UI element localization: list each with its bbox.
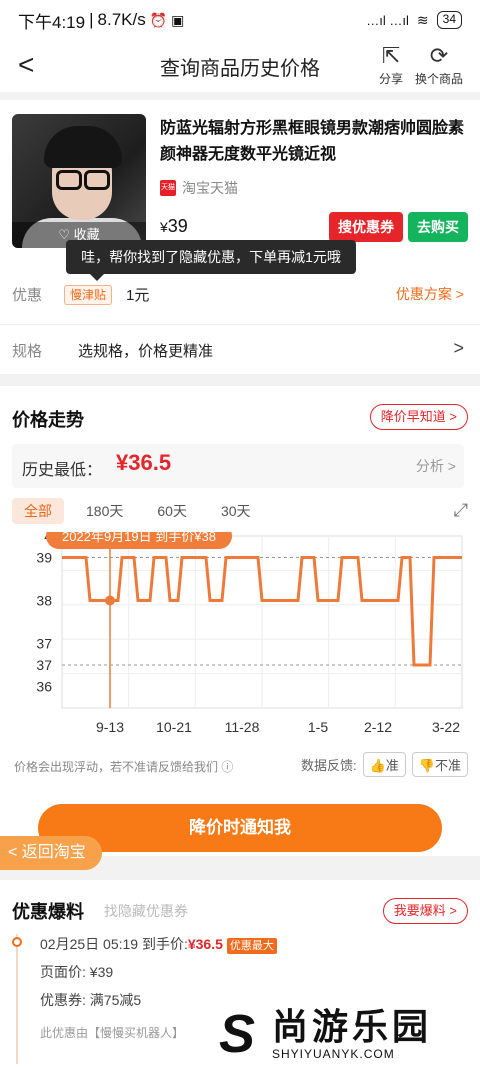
watermark-en: SHYIYUANYK.COM: [272, 1047, 395, 1061]
deal-price-label: 到手价:: [141, 936, 188, 952]
y-tick-label: 37: [36, 636, 52, 652]
alarm-icon: ⏰: [149, 11, 168, 28]
site-watermark: S 尚游乐园 SHYIYUANYK.COM: [202, 1001, 480, 1067]
deal-page-price: 页面价: ¥39: [40, 964, 114, 980]
timeline-dot: [12, 937, 22, 947]
discount-value: 1元: [126, 287, 150, 304]
tab-all[interactable]: 全部: [12, 498, 64, 524]
spec-label: 规格: [12, 343, 43, 360]
x-tick-label: 3-22: [432, 719, 460, 735]
y-tick-label: 37: [36, 657, 52, 673]
deals-title: 优惠爆料: [12, 902, 84, 922]
tab-60[interactable]: 60天: [145, 498, 199, 524]
image-glasses-left: [56, 170, 82, 190]
back-to-taobao-button[interactable]: < 返回淘宝: [0, 836, 102, 870]
product-card: ♡ 收藏 防蓝光辐射方形黑框眼镜男款潮痞帅圆脸素颜神器无度数平光镜近视 天猫 淘…: [0, 100, 480, 260]
shop-name: 淘宝天猫: [182, 180, 238, 196]
deals-subtitle[interactable]: 找隐藏优惠券: [104, 901, 188, 921]
signal-icon: …ıl …ıl: [366, 12, 409, 28]
expand-icon[interactable]: ⤢: [454, 500, 468, 521]
discount-pill: 慢津贴: [64, 285, 113, 305]
price-trend-section: 价格走势 降价早知道 > 历史最低： ¥36.5 分析 > 全部 180天 60…: [0, 386, 480, 856]
discount-plan-link[interactable]: 优惠方案 >: [396, 284, 464, 304]
status-bar: 下午4:19 | 8.7K/s ⏰ ▣ …ıl …ıl ≋ 34: [0, 0, 480, 40]
data-feedback: 数据反馈: 👍准 👎不准: [301, 752, 468, 777]
lowest-price-label: 历史最低：: [22, 462, 103, 479]
switch-product-label: 换个商品: [414, 72, 463, 86]
tab-30[interactable]: 30天: [209, 498, 263, 524]
best-deal-badge: 优惠最大: [226, 938, 277, 954]
buy-button[interactable]: 去购买: [408, 212, 468, 242]
y-tick-label: 38: [36, 593, 52, 609]
price-disclaimer: 价格会出现浮动，若不准请反馈给我们 ⓘ: [14, 760, 234, 774]
deal-price: ¥36.5: [187, 936, 223, 952]
chevron-right-icon: >: [453, 338, 464, 358]
price-chart[interactable]: 439383737369-1310-2111-281-52-123-222022…: [0, 523, 480, 762]
timeline-line: [16, 934, 18, 1064]
feedback-label: 数据反馈:: [301, 758, 357, 773]
analysis-link[interactable]: 分析 >: [416, 456, 456, 476]
share-button[interactable]: ⇱ 分享: [366, 42, 416, 87]
x-tick-label: 2-12: [364, 719, 392, 735]
battery-indicator: 34: [436, 11, 462, 29]
x-tick-label: 10-21: [156, 719, 192, 735]
x-tick-label: 11-28: [225, 719, 260, 735]
discount-label: 优惠: [12, 287, 43, 304]
accurate-button[interactable]: 👍准: [362, 752, 406, 777]
watermark-logo: S: [218, 1004, 256, 1064]
search-coupon-button[interactable]: 搜优惠券: [329, 212, 403, 242]
lowest-price-box[interactable]: 历史最低： ¥36.5 分析 >: [12, 444, 464, 488]
spec-value: 选规格，价格更精准: [78, 343, 214, 360]
price-value: 39: [167, 216, 188, 236]
back-button[interactable]: <: [18, 50, 48, 80]
range-tabs: 全部 180天 60天 30天: [12, 498, 263, 524]
inaccurate-button[interactable]: 👎不准: [411, 752, 468, 777]
nav-bar: < 查询商品历史价格 ⇱ 分享 ⟳ 换个商品: [0, 40, 480, 92]
tab-180[interactable]: 180天: [74, 498, 135, 524]
wifi-icon: ≋: [416, 11, 429, 28]
lowest-price-value: ¥36.5: [116, 450, 172, 475]
status-speed: 8.7K/s: [97, 10, 146, 29]
tmall-icon: 天猫: [160, 180, 176, 196]
product-title: 防蓝光辐射方形黑框眼镜男款潮痞帅圆脸素颜神器无度数平光镜近视: [160, 120, 465, 163]
status-divider: |: [89, 10, 94, 29]
x-tick-label: 1-5: [308, 719, 328, 735]
deal-datetime: 02月25日 05:19: [40, 936, 139, 952]
y-tick-label: 39: [36, 550, 52, 566]
chart-tooltip-text: 2022年9月19日 到手价¥38: [62, 532, 216, 544]
price-symbol: ¥: [160, 219, 168, 235]
spec-row[interactable]: 规格 选规格，价格更精准 >: [0, 324, 480, 374]
image-glasses-right: [84, 170, 110, 190]
price-trend-title: 价格走势: [12, 410, 84, 430]
app-notification-icon: ▣: [171, 11, 185, 28]
deal-headline[interactable]: 02月25日 05:19 到手价:¥36.5 优惠最大: [40, 934, 277, 954]
shop-info: 天猫 淘宝天猫: [160, 178, 238, 198]
y-tick-label: 36: [36, 679, 52, 695]
price-chart-svg: 439383737369-1310-2111-281-52-123-222022…: [36, 523, 463, 735]
share-label: 分享: [378, 72, 403, 86]
share-icon: ⇱: [381, 43, 401, 68]
deal-coupon: 优惠券: 满75减5: [40, 992, 142, 1008]
price-alert-button[interactable]: 降价早知道 >: [369, 404, 468, 430]
watermark-cn: 尚游乐园: [272, 1006, 433, 1047]
x-tick-label: 9-13: [96, 719, 124, 735]
refresh-icon: ⟳: [429, 43, 449, 68]
report-deal-button[interactable]: 我要爆料 >: [382, 898, 468, 924]
status-time: 下午4:19: [18, 12, 86, 32]
deal-source: 此优惠由【慢慢买机器人】: [40, 1026, 185, 1040]
switch-product-button[interactable]: ⟳ 换个商品: [412, 42, 466, 87]
product-image[interactable]: ♡ 收藏: [12, 114, 146, 248]
marker-dot: [105, 595, 115, 606]
watermark-text: 尚游乐园 SHYIYUANYK.COM: [272, 1006, 433, 1062]
product-price: ¥39: [160, 216, 188, 237]
hidden-discount-tooltip: 哇，帮你找到了隐藏优惠，下单再减1元哦: [66, 240, 356, 281]
image-hair: [44, 126, 122, 168]
